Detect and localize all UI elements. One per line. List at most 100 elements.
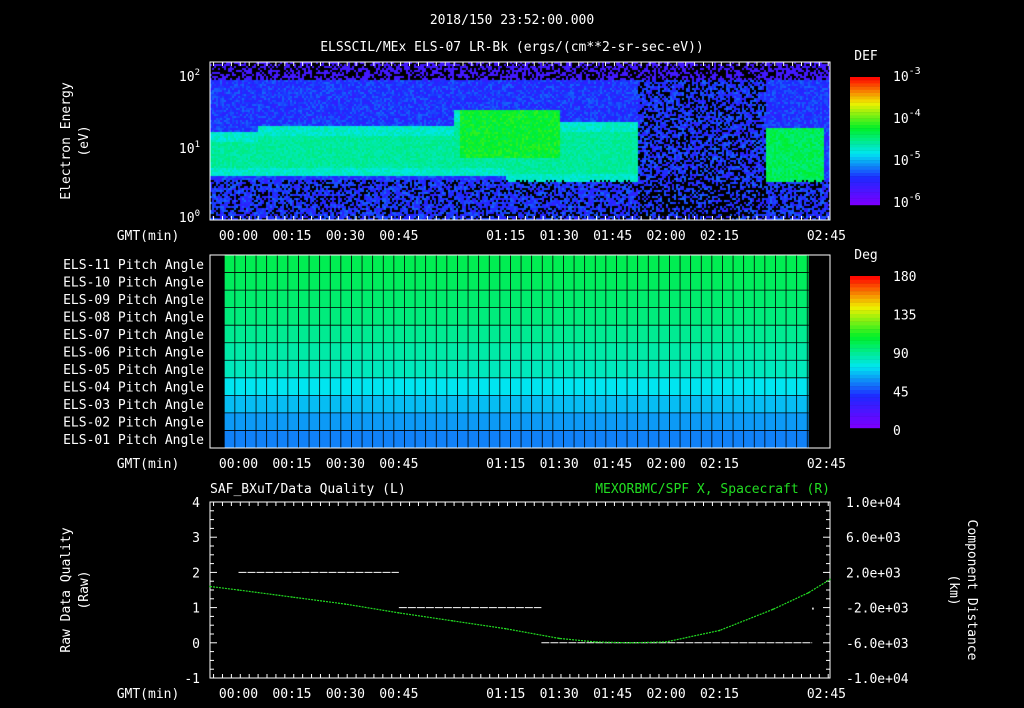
colorbar-cell (850, 352, 880, 356)
colorbar-cell (850, 412, 880, 417)
colorbar-cell (850, 128, 880, 132)
colorbar-cell (850, 160, 880, 164)
pitch-row-label: ELS-04 Pitch Angle (63, 381, 204, 396)
colorbar-cell (850, 333, 880, 337)
time-tick-label: 01:45 (593, 229, 632, 244)
colorbar-cell (850, 80, 880, 84)
time-tick-label: 00:00 (219, 687, 258, 702)
time-tick-label: 01:30 (540, 687, 579, 702)
colorbar-cell (850, 115, 880, 119)
colorbar-cell (850, 295, 880, 299)
spacecraft-x-point (807, 591, 810, 594)
time-axis-label: GMT(min) (117, 687, 180, 702)
pitch-row-6 (224, 342, 809, 361)
colorbar-tick-label: 45 (893, 386, 909, 401)
colorbar-cell (850, 192, 880, 196)
plot-page: 2018/150 23:52:00.000 ELSSCIL/MEx ELS-07… (0, 0, 1024, 708)
colorbar-tick-label: 10-3 (893, 66, 921, 85)
left-tick-label: 4 (192, 496, 200, 511)
colorbar-cell (850, 150, 880, 154)
colorbar-tick-label: 0 (893, 424, 901, 439)
colorbar-cell (850, 137, 880, 142)
energy-axis-label: Electron Energy (59, 82, 74, 200)
colorbar-cell (850, 306, 880, 311)
time-tick-label: 02:15 (700, 229, 739, 244)
time-tick-label: 00:30 (326, 229, 365, 244)
time-axis-label: GMT(min) (117, 229, 180, 244)
pitch-row-2 (224, 412, 809, 431)
colorbar-cell (850, 424, 880, 429)
colorbar-cell (850, 141, 880, 145)
colorbar-cell (850, 363, 880, 368)
colorbar-cell (850, 393, 880, 398)
colorbar-tick-label: 180 (893, 270, 916, 285)
colorbar-cell (850, 99, 880, 103)
pitch-row-3 (224, 395, 809, 413)
left-tick-label: -1 (184, 672, 200, 687)
time-tick-label: 00:00 (219, 457, 258, 472)
colorbar-cell (850, 157, 880, 161)
colorbar-cell (850, 355, 880, 360)
time-tick-label: 01:30 (540, 457, 579, 472)
pitch-row-label: ELS-08 Pitch Angle (63, 310, 204, 325)
time-axis-label: GMT(min) (117, 457, 180, 472)
right-tick-label: -6.0e+03 (846, 637, 909, 652)
pitch-row-5 (224, 360, 809, 378)
right-tick-label: 2.0e+03 (846, 566, 901, 581)
pitch-row-label: ELS-07 Pitch Angle (63, 328, 204, 343)
colorbar-cell (850, 131, 880, 135)
colorbar-cell (850, 340, 880, 345)
colorbar-cell (850, 283, 880, 288)
time-tick-label: 00:30 (326, 457, 365, 472)
time-tick-label: 02:45 (807, 687, 846, 702)
pitch-row-7 (224, 325, 809, 343)
colorbar-cell (850, 121, 880, 126)
colorbar-cell (850, 125, 880, 129)
colorbar-cell (850, 420, 880, 425)
colorbar-cell (850, 134, 880, 138)
time-tick-label: 01:15 (486, 457, 525, 472)
colorbar-cell (850, 359, 880, 364)
colorbar-tick-label: 90 (893, 347, 909, 362)
spacecraft-x-point (291, 596, 293, 598)
colorbar-cell (850, 86, 880, 90)
colorbar-cell (850, 144, 880, 148)
pitch-row-label: ELS-01 Pitch Angle (63, 433, 204, 448)
colorbar-cell (850, 325, 880, 330)
colorbar-cell (850, 302, 880, 307)
colorbar-cell (850, 83, 880, 87)
colorbar-cell (850, 179, 880, 183)
spacecraft-x-point (558, 637, 560, 640)
colorbar-cell (850, 182, 880, 186)
colorbar-tick-exponent: -6 (909, 192, 921, 203)
colorbar-cell (850, 198, 880, 202)
colorbar-cell (850, 344, 880, 349)
energy-tick-label: 100 (179, 209, 200, 226)
pitch-row-8 (224, 307, 809, 326)
pitch-row-label: ELS-10 Pitch Angle (63, 275, 204, 290)
colorbar-cell (850, 310, 880, 315)
time-tick-label: 02:00 (647, 229, 686, 244)
colorbar-cell (850, 287, 880, 292)
pitch-angle-panel: ELS-11 Pitch Angle ELS-10 Pitch Angle ELS-… (63, 248, 916, 472)
colorbar-tick-exponent: -5 (909, 150, 921, 161)
colorbar-cell (850, 371, 880, 375)
spacecraft-x-point (209, 585, 211, 588)
colorbar-cell (850, 348, 880, 353)
colorbar-cell (850, 416, 880, 421)
time-tick-label: 01:45 (593, 457, 632, 472)
left-tick-label: 1 (192, 602, 200, 617)
quality-panel: 4 3 2 1 0 -1 1.0e+04 6.0e+03 2.0e+03 -2.0e+03 -6.0… (59, 482, 979, 702)
colorbar-cell (850, 382, 880, 387)
colorbar-cell (850, 166, 880, 170)
colorbar-cell (850, 374, 880, 379)
colorbar-cell (850, 298, 880, 303)
time-tick-label: 02:45 (807, 457, 846, 472)
pitch-row-label: ELS-09 Pitch Angle (63, 293, 204, 308)
colorbar-cell (850, 321, 880, 326)
colorbar-cell (850, 405, 880, 410)
time-tick-label: 01:15 (486, 687, 525, 702)
time-tick-label: 00:00 (219, 229, 258, 244)
time-tick-label: 01:15 (486, 229, 525, 244)
colorbar-tick-label: 10-5 (893, 150, 921, 169)
